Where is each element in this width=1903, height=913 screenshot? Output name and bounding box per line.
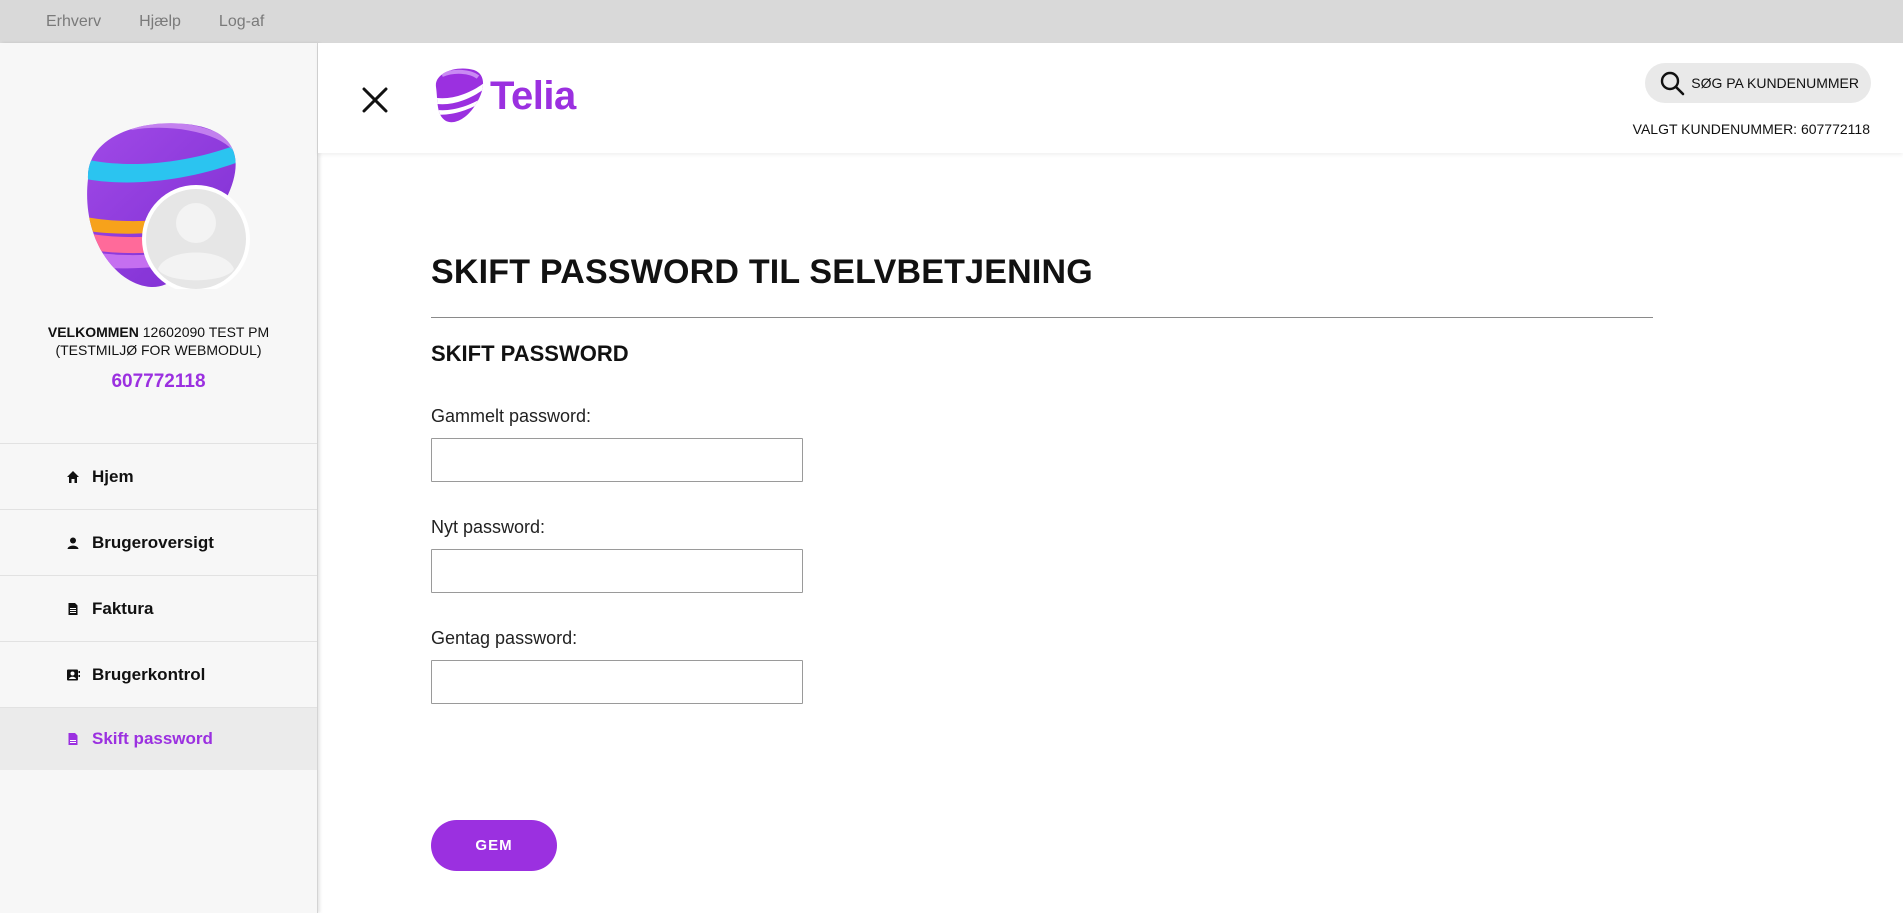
close-icon[interactable]	[360, 85, 390, 115]
user-icon	[66, 536, 80, 550]
search-customer-label: SØG PA KUNDENUMMER	[1691, 75, 1859, 91]
header: Telia SØG PA KUNDENUMMER VALGT KUNDENUMM…	[318, 43, 1903, 153]
welcome-label: VELKOMMEN	[47, 324, 139, 340]
sidebar-item-label: Faktura	[92, 598, 154, 618]
sidebar: VELKOMMEN 12602090 TEST PM (TESTMILJØ FO…	[0, 43, 318, 913]
repeat-password-field[interactable]	[431, 660, 803, 704]
old-password-field[interactable]	[431, 438, 803, 482]
sidebar-item-label: Brugeroversigt	[92, 532, 214, 552]
old-password-label: Gammelt password:	[431, 406, 592, 426]
sidebar-item-faktura[interactable]: Faktura	[0, 576, 317, 642]
sidebar-item-label: Brugerkontrol	[92, 664, 206, 684]
top-bar: Erhverv Hjælp Log-af	[0, 0, 1903, 43]
title-divider	[431, 317, 1653, 318]
search-icon	[1659, 70, 1685, 96]
logo-text: Telia	[490, 73, 576, 118]
repeat-password-label: Gentag password:	[431, 628, 578, 648]
topbar-link-logout[interactable]: Log-af	[219, 13, 264, 31]
sidebar-item-brugeroversigt[interactable]: Brugeroversigt	[0, 510, 317, 576]
customer-number: 607772118	[111, 371, 206, 392]
topbar-link-help[interactable]: Hjælp	[139, 13, 181, 31]
contact-card-icon	[66, 668, 80, 682]
selected-customer-number: VALGT KUNDENUMMER: 607772118	[1632, 121, 1870, 137]
telia-logo-icon	[435, 68, 484, 123]
invoice-icon	[66, 602, 80, 616]
sidebar-item-skift-password[interactable]: Skift password	[0, 708, 317, 770]
new-password-label: Nyt password:	[431, 517, 546, 537]
new-password-field[interactable]	[431, 549, 803, 593]
sidebar-item-label: Hjem	[92, 466, 134, 486]
section-title: SKIFT PASSWORD	[431, 341, 629, 366]
telia-logo[interactable]: Telia	[432, 67, 576, 125]
home-icon	[66, 470, 80, 484]
avatar	[76, 119, 256, 293]
save-button[interactable]: GEM	[431, 820, 557, 871]
topbar-link-erhverv[interactable]: Erhverv	[46, 13, 101, 31]
welcome-text: VELKOMMEN 12602090 TEST PM (TESTMILJØ FO…	[0, 323, 317, 359]
search-customer-button[interactable]: SØG PA KUNDENUMMER	[1645, 63, 1871, 103]
document-icon	[66, 732, 80, 746]
sidebar-item-hjem[interactable]: Hjem	[0, 444, 317, 510]
sidebar-nav: Hjem Brugeroversigt Faktura Brugerkontro…	[0, 443, 317, 770]
sidebar-item-label: Skift password	[92, 729, 213, 748]
sidebar-item-brugerkontrol[interactable]: Brugerkontrol	[0, 642, 317, 708]
welcome-env: (TESTMILJØ FOR WEBMODUL)	[55, 342, 262, 358]
page-title: SKIFT PASSWORD TIL SELVBETJENING	[431, 253, 1093, 291]
welcome-user: 12602090 TEST PM	[138, 324, 270, 340]
